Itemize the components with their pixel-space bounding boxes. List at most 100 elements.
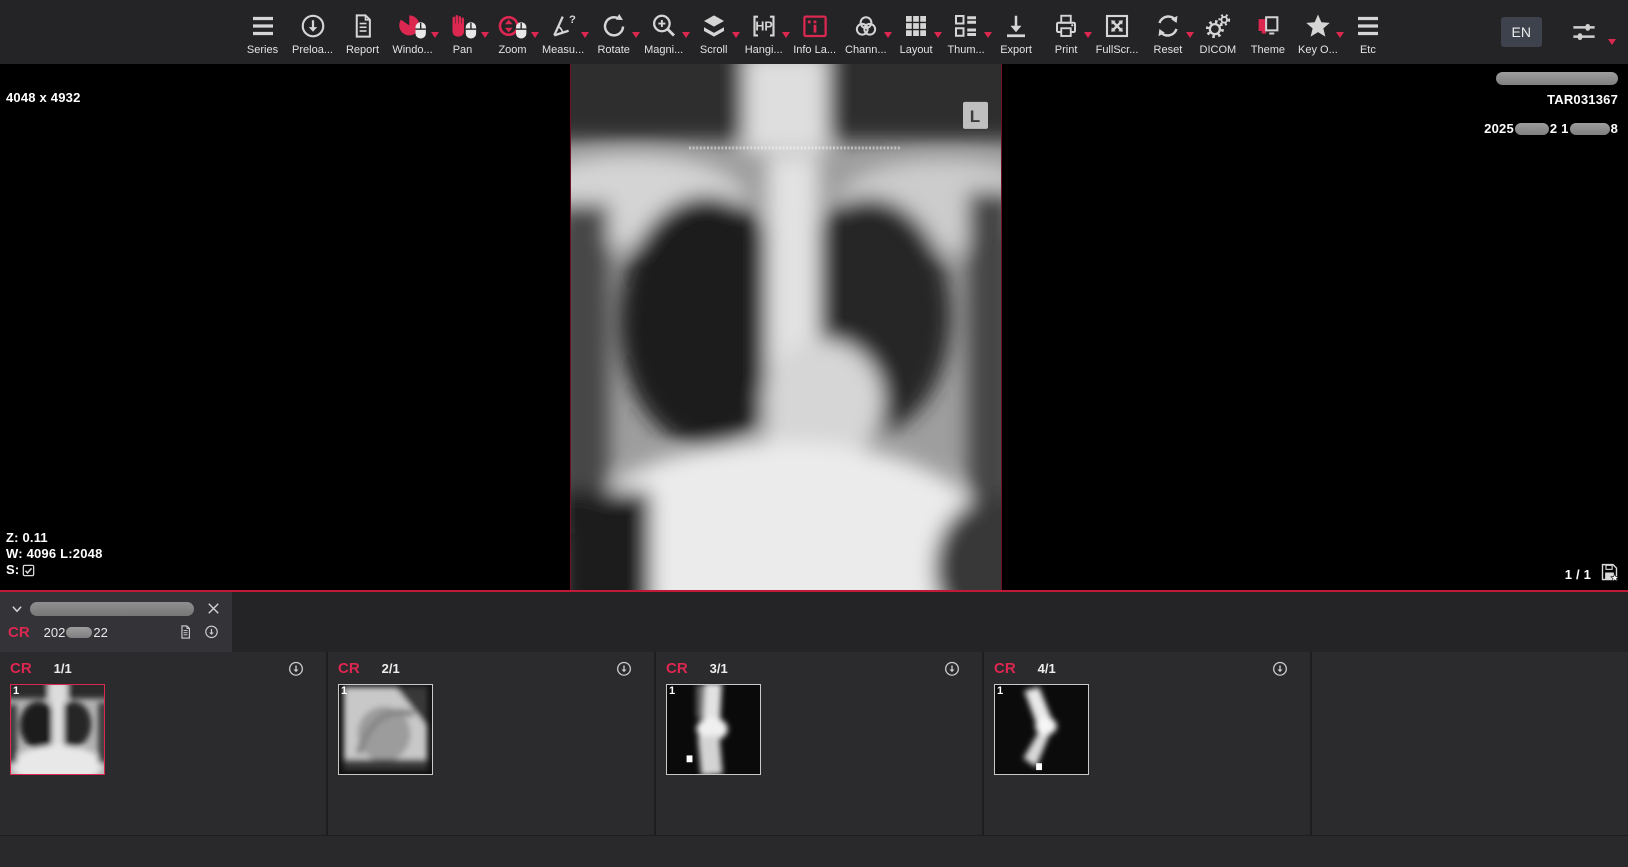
image-viewport[interactable]: L 4048 x 4932 TAR031367 20252 18 Z: 0.11… [0,64,1628,592]
toolbar-button-label: Info La... [793,45,836,56]
toolbar-button-etc[interactable]: Etc [1347,9,1388,56]
scroll-layers-icon [699,11,729,41]
study-bar: CR 20222 [0,592,1628,652]
cloud-download-icon[interactable] [1270,659,1290,679]
dropdown-arrow-icon[interactable] [984,32,992,38]
cloud-download-icon[interactable] [942,659,962,679]
measure-icon [548,11,578,41]
toolbar-button-channel[interactable]: Chann... [845,9,887,56]
toolbar-button-hanging[interactable]: Hangi... [743,9,784,56]
toolbar-button-label: Reset [1154,45,1183,56]
toolbar-button-theme[interactable]: Theme [1247,9,1288,56]
window-level-icon [398,11,428,41]
dropdown-arrow-icon[interactable] [934,32,942,38]
toolbar-button-report[interactable]: Report [342,9,383,56]
sliders-icon [1568,17,1600,47]
toolbar-button-window[interactable]: Windo... [392,9,433,56]
toolbar-button-info-layer[interactable]: Info La... [793,9,836,56]
toolbar: Series Preloa... Report Windo... Pan [0,0,1628,64]
toolbar-button-key-object[interactable]: Key O... [1297,9,1338,56]
series-count: 3/1 [710,661,728,676]
toolbar-button-layout[interactable]: Layout [896,9,937,56]
cloud-download-icon[interactable] [286,659,306,679]
magnify-icon [649,11,679,41]
series-thumbnail[interactable]: 1 [10,684,105,775]
etc-menu-icon [1353,11,1383,41]
toolbar-button-zoom[interactable]: Zoom [492,9,533,56]
image-counter: 1 / 1 [1565,567,1591,582]
dropdown-arrow-icon[interactable] [884,32,892,38]
series-thumbnail[interactable]: 1 [338,684,433,775]
thumbnail-index: 1 [13,685,19,697]
toolbar-button-thumbnail[interactable]: Thum... [946,9,987,56]
series-cell-3[interactable]: CR 3/1 1 [656,652,984,835]
thumbnail-image [667,685,760,774]
redacted-date-part [1515,123,1549,135]
dropdown-arrow-icon[interactable] [732,32,740,38]
sharpen-checkbox[interactable] [22,564,35,577]
dropdown-arrow-icon[interactable] [782,32,790,38]
toolbar-button-label: Magni... [644,45,683,56]
viewport-status-overlay: Z: 0.11 W: 4096 L:2048 S: [6,530,103,578]
toolbar-button-rotate[interactable]: Rotate [593,9,634,56]
panel-base [0,835,1628,867]
toolbar-button-fullscreen[interactable]: FullScr... [1096,9,1139,56]
series-cell-4[interactable]: CR 4/1 1 [984,652,1312,835]
dropdown-arrow-icon[interactable] [431,32,439,38]
series-cell-empty [1312,652,1628,835]
pan-hand-icon [448,11,478,41]
study-panel: CR 20222 CR 1/1 1 CR 2/1 1 [0,592,1628,867]
series-count: 4/1 [1038,661,1056,676]
series-modality: CR [994,660,1016,677]
image-counter-overlay: 1 / 1 [1565,559,1620,582]
thumbnail-index: 1 [669,685,675,697]
redacted-patient-name [1496,72,1618,85]
series-cell-2[interactable]: CR 2/1 1 [328,652,656,835]
rotate-icon [599,11,629,41]
study-report-icon[interactable] [177,623,194,641]
key-object-save-icon[interactable] [1599,561,1620,584]
dropdown-arrow-icon[interactable] [1186,32,1194,38]
toolbar-button-label: Chann... [845,45,887,56]
close-study-icon[interactable] [204,599,223,618]
toolbar-button-scroll[interactable]: Scroll [693,9,734,56]
dropdown-arrow-icon[interactable] [581,32,589,38]
thumbnail-index: 1 [997,685,1003,697]
toolbar-button-label: Print [1055,45,1078,56]
toolbar-button-preload[interactable]: Preloa... [292,9,333,56]
report-icon [348,11,378,41]
image-dimensions-overlay: 4048 x 4932 [6,90,81,105]
collapse-chevron-icon[interactable] [8,600,26,618]
toolbar-button-print[interactable]: Print [1046,9,1087,56]
dropdown-arrow-icon[interactable] [1336,32,1344,38]
toolbar-button-magnify[interactable]: Magni... [643,9,684,56]
dropdown-arrow-icon[interactable] [682,32,690,38]
toolbar-button-dicom[interactable]: DICOM [1197,9,1238,56]
preload-icon [298,11,328,41]
cloud-download-icon[interactable] [614,659,634,679]
toolbar-right: EN [1501,17,1612,47]
toolbar-button-label: Thum... [947,45,984,56]
fullscreen-icon [1102,11,1132,41]
toolbar-button-pan[interactable]: Pan [442,9,483,56]
series-thumbnail[interactable]: 1 [666,684,761,775]
dropdown-arrow-icon[interactable] [481,32,489,38]
key-object-star-icon [1303,11,1333,41]
export-icon [1001,11,1031,41]
dropdown-arrow-icon[interactable] [531,32,539,38]
dropdown-arrow-icon[interactable] [1084,32,1092,38]
toolbar-button-measure[interactable]: Measu... [542,9,584,56]
toolbar-button-series[interactable]: Series [242,9,283,56]
xray-image[interactable]: L [570,64,1002,590]
toolbar-button-reset[interactable]: Reset [1147,9,1188,56]
language-button[interactable]: EN [1501,17,1542,47]
thumbnail-image [995,685,1088,774]
series-cell-1[interactable]: CR 1/1 1 [0,652,328,835]
series-thumbnail[interactable]: 1 [994,684,1089,775]
settings-button[interactable] [1568,17,1612,47]
toolbar-button-label: Theme [1251,45,1285,56]
toolbar-button-export[interactable]: Export [996,9,1037,56]
study-tab[interactable]: CR 20222 [0,592,232,652]
dropdown-arrow-icon[interactable] [632,32,640,38]
study-download-icon[interactable] [202,623,221,641]
